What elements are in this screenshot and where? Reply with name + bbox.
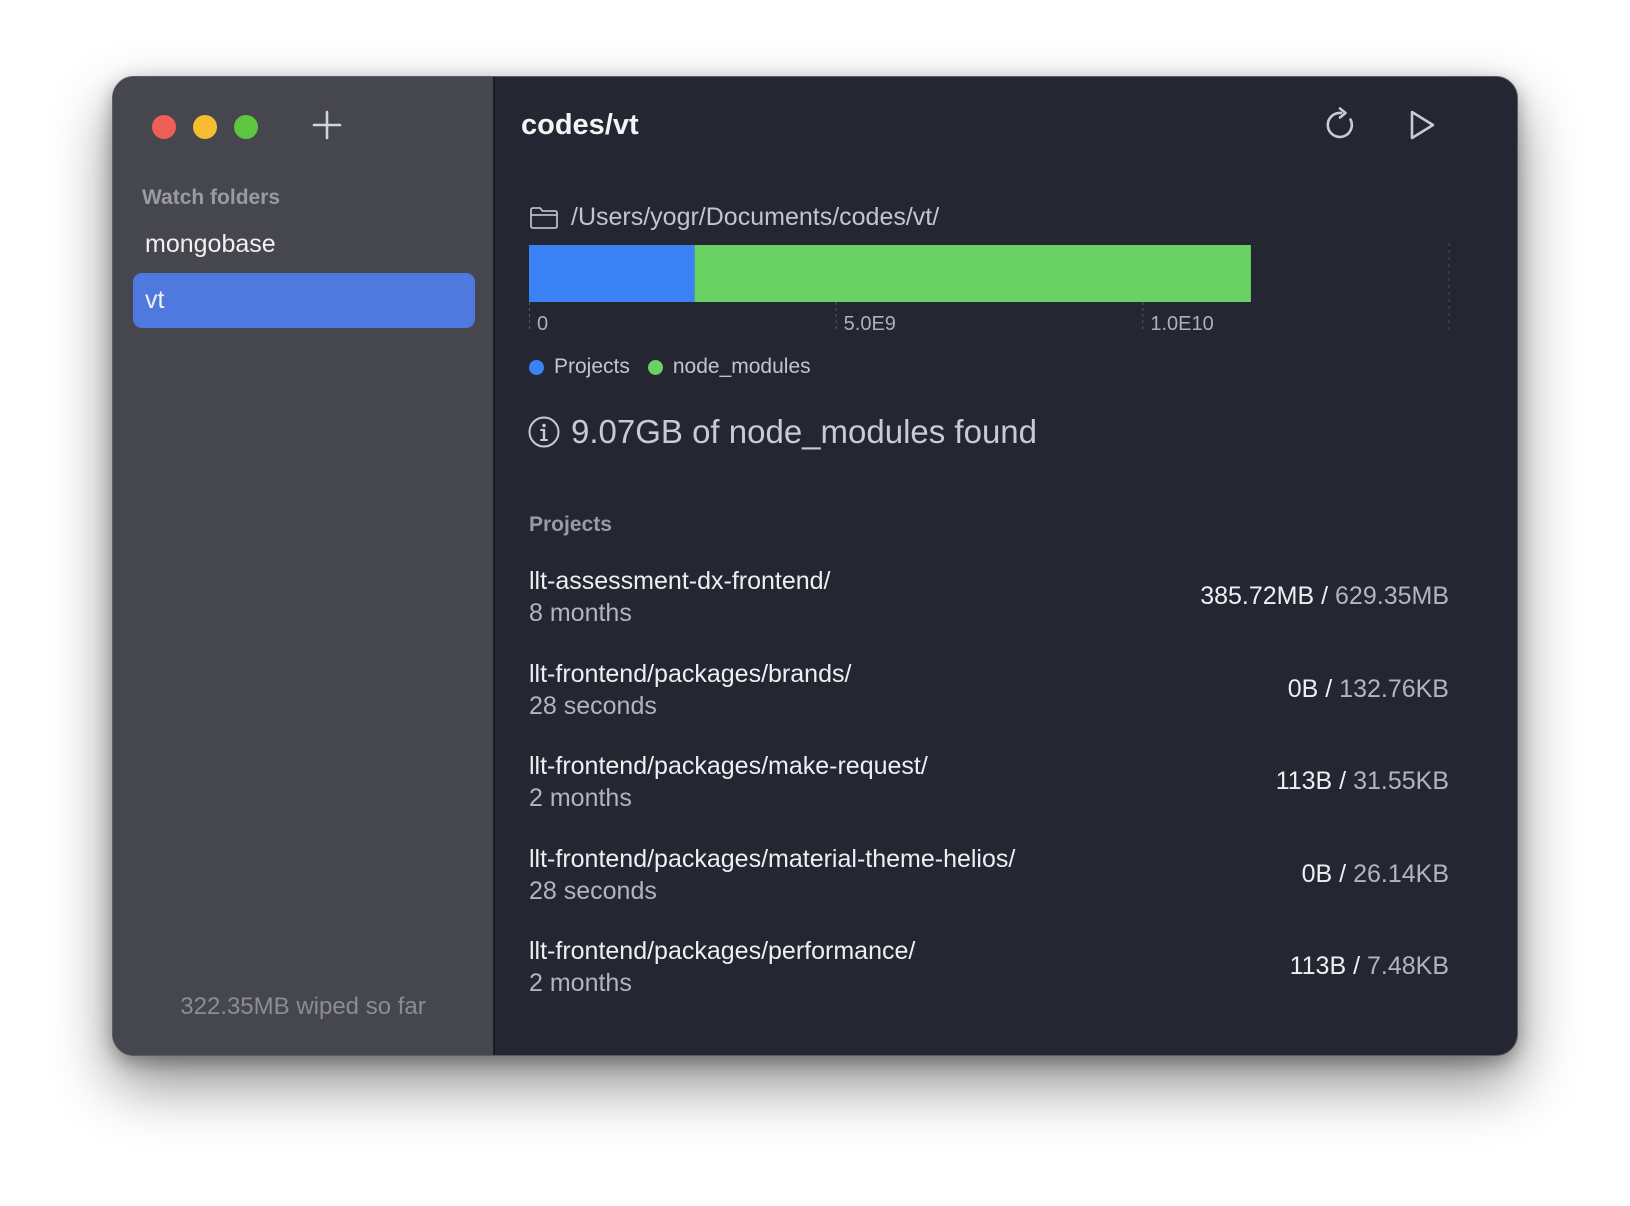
sidebar: Watch folders mongobase vt 322.35MB wipe…: [113, 77, 495, 1055]
info-icon: [528, 416, 560, 448]
projects-section-label: Projects: [529, 513, 612, 536]
project-name: llt-frontend/packages/make-request/: [529, 752, 928, 780]
legend-label-node-modules: node_modules: [672, 355, 811, 378]
sidebar-item-mongobase[interactable]: mongobase: [133, 217, 475, 272]
add-folder-button[interactable]: [309, 107, 345, 143]
project-name: llt-frontend/packages/material-theme-hel…: [529, 844, 1016, 873]
zoom-window-button[interactable]: [234, 115, 258, 139]
project-age: 28 seconds: [529, 876, 657, 905]
folder-icon: [530, 206, 558, 229]
project-total-size: 132.76KB: [1339, 674, 1449, 703]
play-icon: [1410, 110, 1435, 140]
folder-path: /Users/yogr/Documents/codes/vt/: [529, 203, 939, 232]
project-node-modules-size: 113B: [1289, 952, 1347, 980]
project-row[interactable]: llt-frontend/packages/make-request/ 2 mo…: [529, 752, 1449, 845]
project-age: 2 months: [529, 784, 632, 812]
chart-legend: Projects node_modules: [529, 355, 811, 379]
project-size: 0B / 26.14KB: [1301, 859, 1449, 888]
project-total-size: 26.14KB: [1353, 859, 1449, 888]
app-window: Watch folders mongobase vt 322.35MB wipe…: [112, 76, 1518, 1056]
legend-item-projects: Projects: [529, 355, 630, 379]
plus-icon: [312, 110, 342, 140]
project-node-modules-size: 113B: [1275, 767, 1333, 795]
close-window-button[interactable]: [152, 115, 176, 139]
project-size: 113B / 31.55KB: [1275, 767, 1449, 795]
legend-label-projects: Projects: [554, 355, 630, 378]
project-list: llt-assessment-dx-frontend/ 8 months 385…: [529, 567, 1449, 1030]
project-row[interactable]: llt-frontend/packages/performance/ 2 mon…: [529, 937, 1449, 1030]
project-name: llt-frontend/packages/performance/: [529, 937, 916, 965]
legend-swatch-node-modules: [647, 359, 663, 375]
watch-folders-label: Watch folders: [142, 186, 281, 209]
minimize-window-button[interactable]: [193, 115, 217, 139]
refresh-icon: [1326, 107, 1354, 139]
x-tick-label: 1.0E10: [1150, 313, 1213, 335]
sidebar-item-vt[interactable]: vt: [133, 273, 475, 328]
legend-item-node-modules: node_modules: [647, 355, 811, 379]
run-button[interactable]: [1401, 105, 1441, 145]
project-node-modules-size: 385.72MB: [1200, 582, 1315, 610]
summary-message: 9.07GB of node_modules found: [527, 413, 1037, 451]
bar-projects: [529, 245, 695, 302]
summary-text: 9.07GB of node_modules found: [571, 413, 1038, 450]
legend-swatch-projects: [529, 359, 544, 375]
x-tick-label: 5.0E9: [844, 313, 896, 335]
page-title: codes/vt: [521, 109, 639, 141]
refresh-button[interactable]: [1321, 105, 1361, 145]
project-name: llt-assessment-dx-frontend/: [529, 567, 831, 595]
project-node-modules-size: 0B: [1287, 674, 1319, 703]
project-row[interactable]: llt-frontend/packages/material-theme-hel…: [529, 845, 1449, 938]
x-tick-label: 0: [537, 313, 548, 335]
project-row[interactable]: llt-assessment-dx-frontend/ 8 months 385…: [529, 567, 1449, 660]
project-row[interactable]: llt-frontend/packages/brands/ 28 seconds…: [529, 660, 1449, 753]
folder-path-text: /Users/yogr/Documents/codes/vt/: [571, 203, 940, 231]
project-name: llt-frontend/packages/brands/: [529, 659, 852, 688]
project-total-size: 629.35MB: [1335, 582, 1449, 610]
project-age: 8 months: [529, 599, 632, 627]
main-panel: codes/vt /Users/yogr/Documents/codes/vt/…: [495, 77, 1517, 1055]
project-node-modules-size: 0B: [1301, 859, 1333, 888]
window-controls: [152, 115, 258, 139]
project-size: 113B / 7.48KB: [1289, 952, 1449, 980]
bar-node-modules: [694, 245, 1251, 302]
project-total-size: 7.48KB: [1366, 952, 1449, 980]
project-size: 385.72MB / 629.35MB: [1200, 582, 1449, 610]
project-age: 28 seconds: [529, 691, 657, 720]
project-total-size: 31.55KB: [1353, 767, 1449, 795]
project-size: 0B / 132.76KB: [1287, 674, 1449, 703]
project-age: 2 months: [529, 969, 632, 997]
wiped-total-text: 322.35MB wiped so far: [180, 993, 426, 1020]
folder-list: mongobase vt: [133, 217, 475, 329]
